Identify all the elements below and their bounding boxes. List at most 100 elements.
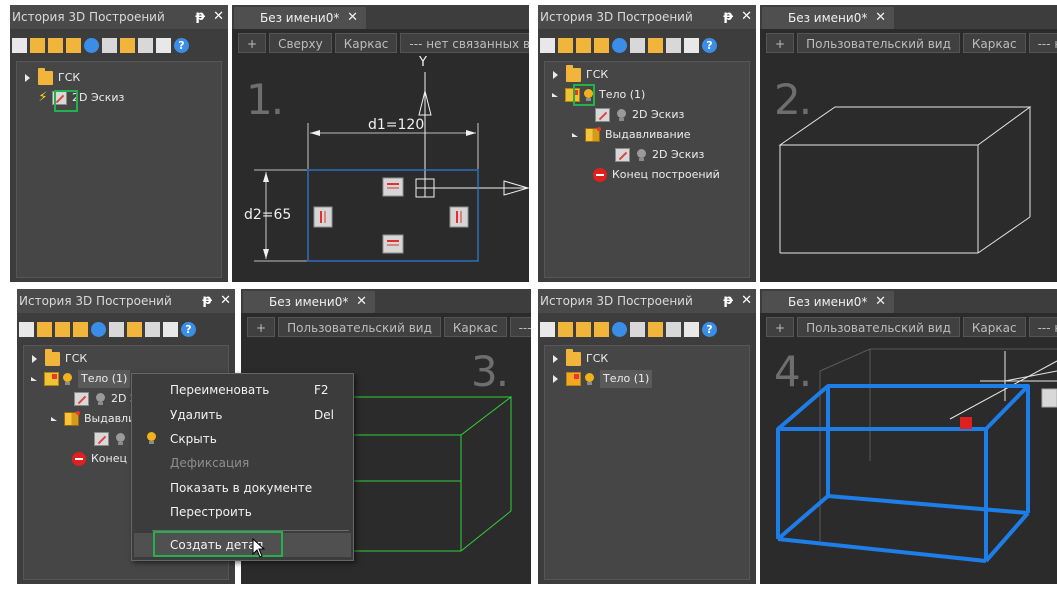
drawing-canvas[interactable]: 2. — [760, 57, 1057, 282]
dimension-d1[interactable]: d1=120 — [368, 117, 424, 133]
tab-close-icon[interactable]: ✕ — [356, 291, 367, 313]
filter-icon[interactable] — [540, 37, 555, 53]
display-mode-button[interactable]: Каркас — [443, 317, 507, 337]
help-icon[interactable]: ? — [702, 37, 717, 53]
expand-arrow-icon[interactable] — [553, 71, 558, 79]
tree-node-body[interactable]: Тело (1) — [31, 370, 131, 388]
parts-icon-2[interactable] — [648, 321, 663, 337]
edit-icon[interactable] — [163, 321, 178, 337]
tree-node-gsk[interactable]: ГСК — [25, 68, 80, 87]
add-view-button[interactable]: + — [238, 33, 267, 53]
tree-node-extrude[interactable]: Выдавлив — [51, 410, 142, 428]
close-icon[interactable]: ✕ — [220, 289, 231, 313]
visibility-bulb-icon[interactable] — [115, 432, 126, 446]
pin-icon[interactable]: ᵽ — [202, 289, 212, 313]
structure-icon[interactable] — [666, 37, 681, 53]
edit-icon[interactable] — [684, 321, 699, 337]
expand-arrow-icon[interactable] — [553, 375, 558, 383]
view-orientation-button[interactable]: Сверху — [269, 33, 332, 53]
3d-viewport[interactable]: Без имени0* ✕ + Сверху Каркас --- нет св… — [232, 5, 529, 282]
tree-icon-2[interactable] — [48, 37, 63, 53]
tree-node-gsk[interactable]: ГСК — [553, 65, 608, 84]
parts-icon-2[interactable] — [648, 37, 663, 53]
close-icon[interactable]: ✕ — [741, 289, 752, 313]
tree-icon-3[interactable] — [66, 37, 81, 53]
edit-icon[interactable] — [156, 37, 171, 53]
display-mode-button[interactable]: Каркас — [962, 317, 1026, 337]
filter-icon[interactable] — [12, 37, 27, 53]
tree-node-sketch[interactable]: ⚡ 2D Эскиз — [38, 89, 124, 107]
dimension-d2[interactable]: d2=65 — [244, 207, 291, 223]
3d-viewport[interactable]: Без имени0* ✕ + Пользовательский вид Кар… — [760, 289, 1057, 584]
collapse-arrow-icon[interactable] — [31, 377, 37, 381]
visibility-bulb-icon[interactable] — [584, 372, 595, 386]
tree-node-sketch-2[interactable]: 2D Эскиз — [615, 146, 704, 164]
structure-icon[interactable] — [666, 321, 681, 337]
tree-icon-3[interactable] — [73, 321, 88, 337]
expand-arrow-icon[interactable] — [32, 355, 37, 363]
collapse-arrow-icon[interactable] — [572, 133, 578, 137]
tree-icon-2[interactable] — [576, 321, 591, 337]
tree-icon-1[interactable] — [30, 37, 45, 53]
tree-icon-1[interactable] — [37, 321, 52, 337]
tree-icon-2[interactable] — [576, 37, 591, 53]
rebuild-icon[interactable] — [91, 321, 106, 337]
tab-close-icon[interactable]: ✕ — [347, 7, 358, 29]
menu-item-show-in-document[interactable]: Показать в документе — [134, 476, 351, 500]
menu-item-rebuild[interactable]: Перестроить — [134, 500, 351, 524]
tree-node-end[interactable]: Конец построений — [593, 166, 720, 184]
add-view-button[interactable]: + — [766, 317, 795, 337]
tree-node-gsk[interactable]: ГСК — [553, 349, 608, 368]
drawing-canvas[interactable]: 1. Y d1=120 d2=65 — [232, 55, 529, 282]
parts-icon-2[interactable] — [120, 37, 135, 53]
tab-close-icon[interactable]: ✕ — [875, 7, 886, 29]
tree-icon-1[interactable] — [558, 37, 573, 53]
display-mode-button[interactable]: Каркас — [962, 33, 1026, 53]
view-orientation-button[interactable]: Пользовательский вид — [278, 317, 441, 337]
linked-views-dropdown[interactable]: --- нет связанных вид — [400, 33, 529, 53]
3d-viewport[interactable]: Без имени0* ✕ + Пользовательский вид Кар… — [760, 5, 1057, 282]
close-icon[interactable]: ✕ — [213, 5, 224, 29]
pin-icon[interactable]: ᵽ — [723, 5, 733, 29]
document-tab[interactable]: Без имени0* ✕ — [234, 7, 366, 29]
tree-node-sketch[interactable]: 2D Э — [74, 390, 138, 408]
menu-item-rename[interactable]: Переименовать F2 — [134, 378, 351, 402]
view-orientation-button[interactable]: Пользовательский вид — [797, 317, 960, 337]
view-orientation-button[interactable]: Пользовательский вид — [797, 33, 960, 53]
edit-icon[interactable] — [684, 37, 699, 53]
pin-icon[interactable]: ᵽ — [723, 289, 733, 313]
document-tab[interactable]: Без имени0* ✕ — [762, 7, 894, 29]
add-view-button[interactable]: + — [766, 33, 795, 53]
parts-icon[interactable] — [630, 37, 645, 53]
collapse-arrow-icon[interactable] — [51, 417, 57, 421]
tree-icon-2[interactable] — [55, 321, 70, 337]
tab-close-icon[interactable]: ✕ — [875, 291, 886, 313]
structure-icon[interactable] — [138, 37, 153, 53]
structure-icon[interactable] — [145, 321, 160, 337]
help-icon[interactable]: ? — [181, 321, 196, 337]
tree-node-end[interactable]: Конец п — [72, 450, 138, 468]
display-mode-button[interactable]: Каркас — [334, 33, 398, 53]
expand-arrow-icon[interactable] — [553, 355, 558, 363]
document-tab[interactable]: Без имени0* ✕ — [762, 291, 894, 313]
tree-node-body[interactable]: Тело (1) — [553, 370, 653, 388]
tree-node-sketch[interactable]: 2D Эскиз — [595, 106, 684, 124]
tree-node-extrude[interactable]: Выдавливание — [572, 126, 691, 144]
parts-icon[interactable] — [102, 37, 117, 53]
parts-icon[interactable] — [109, 321, 124, 337]
rebuild-icon[interactable] — [612, 37, 627, 53]
tree-icon-1[interactable] — [558, 321, 573, 337]
add-view-button[interactable]: + — [247, 317, 276, 337]
help-icon[interactable]: ? — [702, 321, 717, 337]
rebuild-icon[interactable] — [612, 321, 627, 337]
linked-views-dropdown[interactable]: --- не — [509, 317, 531, 337]
tree-node-sketch-2[interactable] — [94, 430, 126, 448]
tree-icon-3[interactable] — [594, 321, 609, 337]
filter-icon[interactable] — [19, 321, 34, 337]
close-icon[interactable]: ✕ — [741, 5, 752, 29]
pin-icon[interactable]: ᵽ — [195, 5, 205, 29]
rebuild-icon[interactable] — [84, 37, 99, 53]
menu-item-delete[interactable]: Удалить Del — [134, 403, 351, 427]
tree-icon-3[interactable] — [594, 37, 609, 53]
collapse-arrow-icon[interactable] — [552, 93, 558, 97]
